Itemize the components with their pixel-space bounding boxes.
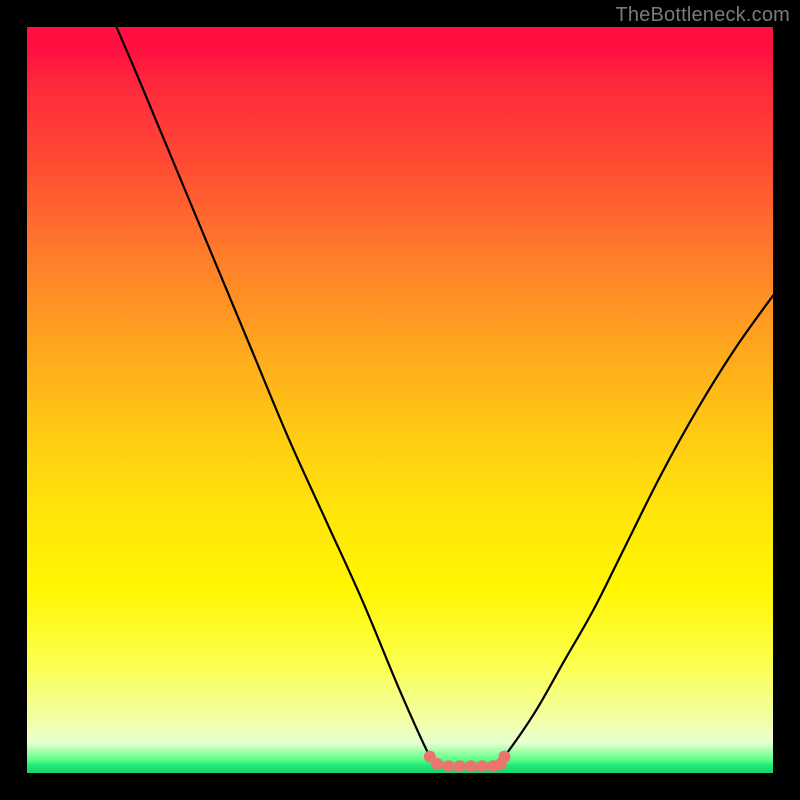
curve-left: [117, 27, 438, 765]
highlight-dot: [465, 760, 477, 772]
highlight-dots-group: [424, 751, 511, 773]
chart-svg: [27, 27, 773, 773]
highlight-dot: [476, 760, 488, 772]
curve-right: [497, 296, 773, 764]
chart-gradient-area: [27, 27, 773, 773]
highlight-dot: [454, 760, 466, 772]
highlight-dot: [431, 758, 443, 770]
highlight-dot: [442, 760, 454, 772]
highlight-dot: [498, 751, 510, 763]
outer-frame: TheBottleneck.com: [0, 0, 800, 800]
watermark-text: TheBottleneck.com: [615, 4, 790, 27]
